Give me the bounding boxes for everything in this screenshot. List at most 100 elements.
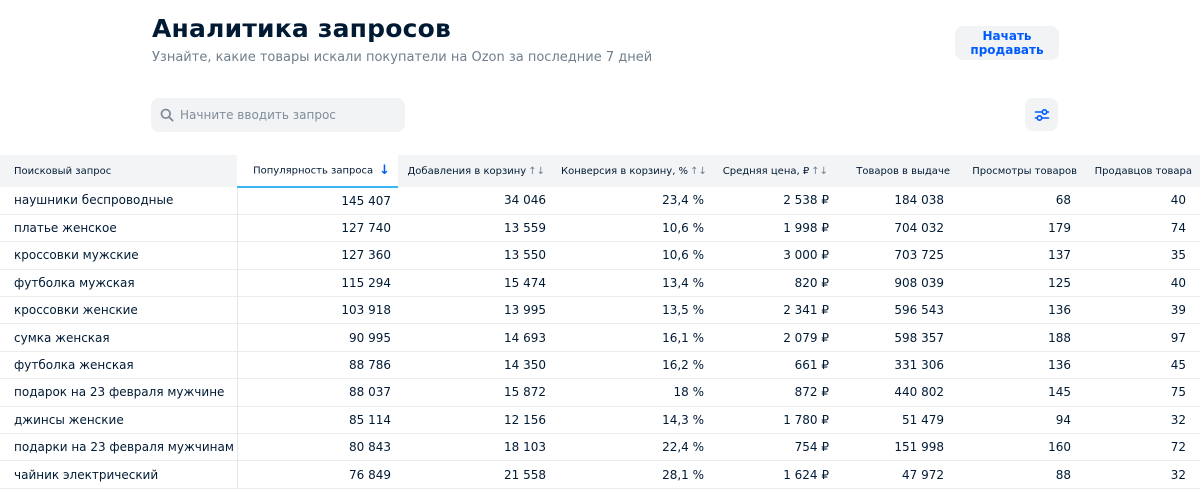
popularity-cell: 115 294 — [236, 269, 398, 298]
search-input[interactable] — [180, 108, 400, 122]
column-header-items-in-results: Товаров в выдаче — [836, 155, 958, 187]
product-views-cell: 88 — [958, 460, 1085, 489]
items-in-results-cell: 908 039 — [836, 269, 958, 298]
search-icon — [160, 108, 174, 122]
conversion-cell: 18 % — [553, 378, 711, 407]
table-row[interactable]: сумка женская 90 995 14 693 16,1 % 2 079 ₽59… — [0, 323, 1200, 352]
conversion-cell: 28,1 % — [553, 460, 711, 489]
filter-button[interactable] — [1025, 98, 1058, 131]
product-views-cell: 145 — [958, 378, 1085, 407]
items-in-results-cell: 440 802 — [836, 378, 958, 407]
items-in-results-cell: 47 972 — [836, 460, 958, 489]
cart-adds-cell: 21 558 — [398, 460, 553, 489]
table-row[interactable]: подарки на 23 февраля мужчинам 80 843 18 1… — [0, 433, 1200, 462]
items-in-results-cell: 151 998 — [836, 433, 958, 462]
product-views-cell: 136 — [958, 296, 1085, 325]
popularity-cell: 145 407 — [236, 187, 398, 215]
popularity-cell: 127 360 — [236, 241, 398, 270]
avg-price-cell: 3 000 ₽ — [711, 241, 836, 270]
popularity-cell: 127 740 — [236, 214, 398, 243]
items-in-results-cell: 704 032 — [836, 214, 958, 243]
column-header-popularity[interactable]: Популярность запроса ↓ — [237, 155, 398, 188]
column-header-conversion[interactable]: Конверсия в корзину, % ↑↓ — [553, 155, 711, 187]
product-views-cell: 68 — [958, 187, 1085, 215]
sort-icon: ↑↓ — [528, 165, 545, 177]
conversion-cell: 16,2 % — [553, 351, 711, 380]
column-header-avg-price[interactable]: Средняя цена, ₽ ↑↓ — [711, 155, 836, 187]
query-cell[interactable]: наушники беспроводные — [0, 187, 237, 215]
table-row[interactable]: кроссовки мужские 127 360 13 550 10,6 % 3 00… — [0, 241, 1200, 270]
query-cell[interactable]: футболка женская — [0, 351, 237, 380]
query-cell[interactable]: кроссовки женские — [0, 296, 237, 325]
avg-price-cell: 754 ₽ — [711, 433, 836, 462]
query-cell[interactable]: футболка мужская — [0, 269, 237, 298]
sellers-cell: 45 — [1085, 351, 1200, 380]
conversion-cell: 10,6 % — [553, 241, 711, 270]
sellers-cell: 97 — [1085, 323, 1200, 352]
avg-price-cell: 1 998 ₽ — [711, 214, 836, 243]
items-in-results-cell: 51 479 — [836, 406, 958, 435]
cart-adds-cell: 14 350 — [398, 351, 553, 380]
items-in-results-cell: 331 306 — [836, 351, 958, 380]
table-row[interactable]: подарок на 23 февраля мужчине 88 037 15 87… — [0, 378, 1200, 407]
table-row[interactable]: платье женское 127 740 13 559 10,6 % 1 998 ₽… — [0, 214, 1200, 243]
items-in-results-cell: 703 725 — [836, 241, 958, 270]
table-row[interactable]: футболка мужская 115 294 15 474 13,4 % 820 ₽… — [0, 269, 1200, 298]
conversion-cell: 23,4 % — [553, 187, 711, 215]
cart-adds-cell: 18 103 — [398, 433, 553, 462]
start-selling-button[interactable]: Начать продавать — [955, 26, 1059, 60]
query-cell[interactable]: кроссовки мужские — [0, 241, 237, 270]
table-row[interactable]: наушники беспроводные 145 407 34 046 23,4 %… — [0, 187, 1200, 215]
product-views-cell: 179 — [958, 214, 1085, 243]
cart-adds-cell: 14 693 — [398, 323, 553, 352]
page-subtitle: Узнайте, какие товары искали покупатели … — [152, 50, 653, 65]
popularity-cell: 80 843 — [236, 433, 398, 462]
query-analytics-table: Поисковый запрос Популярность запроса ↓ Д… — [0, 155, 1200, 489]
sellers-cell: 32 — [1085, 406, 1200, 435]
cart-adds-cell: 13 559 — [398, 214, 553, 243]
table-row[interactable]: джинсы женские 85 114 12 156 14,3 % 1 780 ₽5… — [0, 406, 1200, 435]
avg-price-cell: 820 ₽ — [711, 269, 836, 298]
sellers-cell: 35 — [1085, 241, 1200, 270]
product-views-cell: 160 — [958, 433, 1085, 462]
table-row[interactable]: футболка женская 88 786 14 350 16,2 % 661 ₽3… — [0, 351, 1200, 380]
cart-adds-cell: 15 474 — [398, 269, 553, 298]
product-views-cell: 188 — [958, 323, 1085, 352]
popularity-cell: 90 995 — [236, 323, 398, 352]
cart-adds-cell: 34 046 — [398, 187, 553, 215]
sellers-cell: 40 — [1085, 269, 1200, 298]
avg-price-cell: 2 538 ₽ — [711, 187, 836, 215]
table-row[interactable]: чайник электрический 76 849 21 558 28,1 % 1 … — [0, 460, 1200, 489]
sellers-cell: 40 — [1085, 187, 1200, 215]
popularity-cell: 76 849 — [236, 460, 398, 489]
table-header-row: Поисковый запрос Популярность запроса ↓ Д… — [0, 155, 1200, 188]
avg-price-cell: 661 ₽ — [711, 351, 836, 380]
query-cell[interactable]: чайник электрический — [0, 460, 237, 489]
sort-desc-icon: ↓ — [379, 163, 390, 178]
product-views-cell: 136 — [958, 351, 1085, 380]
column-header-cart-adds[interactable]: Добавления в корзину ↑↓ — [398, 155, 553, 187]
sellers-cell: 32 — [1085, 460, 1200, 489]
cart-adds-cell: 13 550 — [398, 241, 553, 270]
table-row[interactable]: кроссовки женские 103 918 13 995 13,5 % 2 34… — [0, 296, 1200, 325]
avg-price-cell: 2 079 ₽ — [711, 323, 836, 352]
query-cell[interactable]: платье женское — [0, 214, 237, 243]
query-cell[interactable]: сумка женская — [0, 323, 237, 352]
column-header-product-views: Просмотры товаров — [958, 155, 1085, 187]
column-header-query: Поисковый запрос — [0, 155, 237, 187]
sort-icon: ↑↓ — [690, 165, 707, 177]
items-in-results-cell: 184 038 — [836, 187, 958, 215]
query-cell[interactable]: джинсы женские — [0, 406, 237, 435]
avg-price-cell: 1 780 ₽ — [711, 406, 836, 435]
popularity-cell: 103 918 — [236, 296, 398, 325]
search-box[interactable] — [151, 98, 405, 132]
conversion-cell: 10,6 % — [553, 214, 711, 243]
sellers-cell: 72 — [1085, 433, 1200, 462]
avg-price-cell: 1 624 ₽ — [711, 460, 836, 489]
conversion-cell: 16,1 % — [553, 323, 711, 352]
items-in-results-cell: 596 543 — [836, 296, 958, 325]
query-cell[interactable]: подарок на 23 февраля мужчине — [0, 378, 237, 407]
conversion-cell: 22,4 % — [553, 433, 711, 462]
query-cell[interactable]: подарки на 23 февраля мужчинам — [0, 433, 237, 462]
popularity-cell: 88 037 — [236, 378, 398, 407]
